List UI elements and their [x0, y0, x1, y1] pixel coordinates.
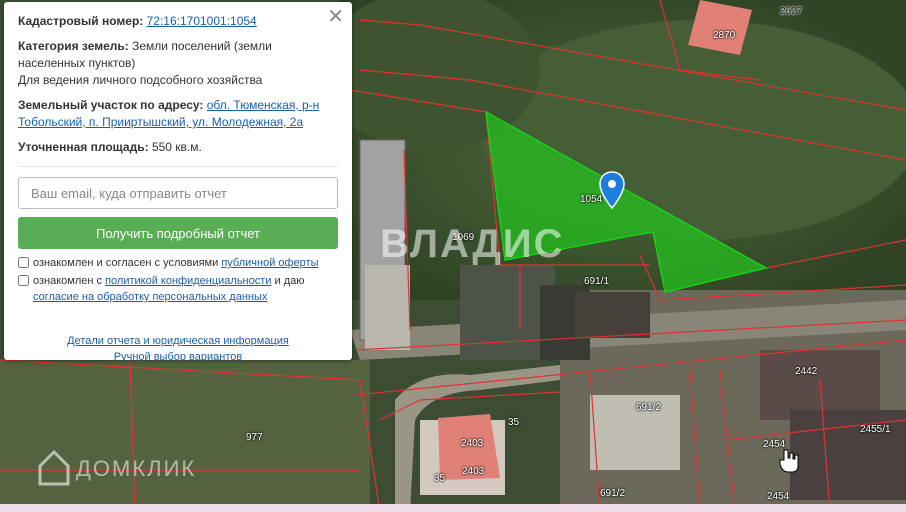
personal-data-consent-link[interactable]: согласие на обработку персональных данны… [33, 291, 267, 303]
address-row: Земельный участок по адресу: обл. Тюменс… [18, 97, 338, 131]
plot-label: 2403 [461, 438, 484, 449]
consent-privacy-label-2: и даю [274, 275, 305, 287]
area-value: 550 кв.м. [151, 140, 202, 154]
report-details-link[interactable]: Детали отчета и юридическая информация [67, 333, 289, 349]
email-input[interactable] [18, 177, 338, 209]
vladis-watermark: ВЛАДИС [380, 222, 565, 266]
plot-label: 977 [246, 432, 263, 443]
address-label: Земельный участок по адресу: [18, 98, 204, 112]
consent-privacy-label: ознакомлен с [33, 275, 103, 287]
divider [18, 166, 338, 167]
close-icon[interactable]: ✕ [327, 7, 344, 27]
plot-label: 691/2 [600, 488, 626, 499]
domklik-watermark: ДОМКЛИК [76, 456, 197, 481]
plot-label: 691/2 [636, 402, 662, 413]
consent-privacy-text: ознакомлен с политикой конфиденциальност… [33, 273, 338, 305]
category-label: Категория земель: [18, 39, 129, 53]
consent-offer-label: ознакомлен и согласен с условиями [33, 257, 219, 269]
consent-offer-row: ознакомлен и согласен с условиями публич… [18, 255, 338, 271]
plot-label: 2454 [767, 491, 790, 502]
manual-selection-link[interactable]: Ручной выбор вариантов [114, 349, 242, 365]
selected-plot-label: 1054 [580, 194, 603, 205]
panel-footer-links: Детали отчета и юридическая информация Р… [18, 333, 338, 365]
cadastral-number-link[interactable]: 72:16:1701001:1054 [147, 14, 257, 28]
plot-label: 35 [508, 417, 520, 428]
consent-privacy-row: ознакомлен с политикой конфиденциальност… [18, 273, 338, 305]
area-row: Уточненная площадь: 550 кв.м. [18, 139, 338, 156]
plot-label: 2403 [462, 466, 485, 477]
category-row: Категория земель: Земли поселений (земли… [18, 38, 338, 89]
consent-offer-text: ознакомлен и согласен с условиями публич… [33, 255, 319, 271]
plot-info-panel: ✕ Кадастровый номер: 72:16:1701001:1054 … [4, 2, 352, 363]
public-offer-link[interactable]: публичной оферты [221, 257, 318, 269]
usage-value: Для ведения личного подсобного хозяйства [18, 73, 263, 87]
consent-privacy-checkbox[interactable] [18, 275, 29, 286]
plot-label: 2455/1 [860, 424, 891, 435]
area-label: Уточненная площадь: [18, 140, 149, 154]
plot-label: 691/1 [584, 276, 610, 287]
plot-label: 2442 [795, 366, 818, 377]
get-report-button[interactable]: Получить подробный отчет [18, 217, 338, 249]
plot-label: 2454 [763, 439, 786, 450]
plot-label: 2627 [780, 6, 803, 17]
plot-label: 35 [434, 473, 446, 484]
privacy-policy-link[interactable]: политикой конфиденциальности [105, 275, 271, 287]
plot-label: 2870 [713, 30, 736, 41]
consent-offer-checkbox[interactable] [18, 257, 29, 268]
cadastral-row: Кадастровый номер: 72:16:1701001:1054 [18, 13, 338, 30]
cadastral-label: Кадастровый номер: [18, 14, 144, 28]
